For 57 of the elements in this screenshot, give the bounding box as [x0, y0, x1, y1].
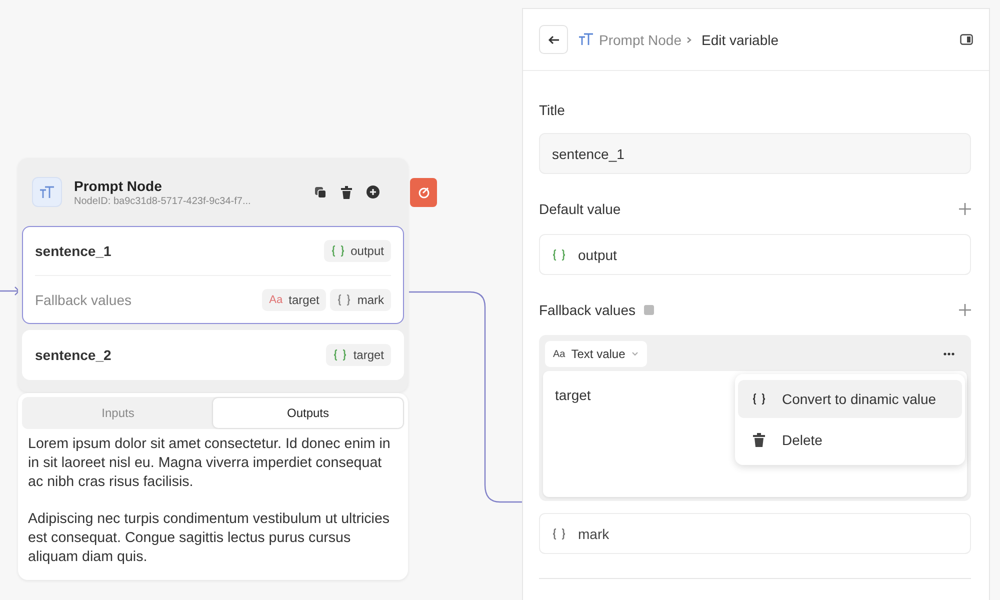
add-circle-icon[interactable] — [366, 185, 380, 199]
chip-label: target — [288, 292, 320, 306]
field-label: Title — [539, 102, 565, 118]
dropdown-label: Text value — [571, 347, 626, 361]
braces-icon — [752, 393, 766, 405]
breadcrumb-current: Edit variable — [701, 32, 779, 48]
chip-label: target — [353, 348, 384, 362]
chip-label: mark — [357, 292, 384, 306]
run-button[interactable] — [410, 178, 437, 207]
braces-icon — [552, 528, 566, 540]
chevron-right-icon — [685, 36, 694, 44]
value-chip[interactable]: mark — [330, 288, 391, 310]
duplicate-icon[interactable] — [314, 186, 327, 198]
value-chip[interactable]: Aa target — [262, 288, 326, 310]
more-icon[interactable] — [943, 352, 955, 356]
tab[interactable]: Outputs — [213, 398, 403, 428]
connector-line — [0, 286, 20, 296]
menu-item[interactable]: Delete — [738, 421, 962, 459]
menu-item[interactable]: Convert to dinamic value — [738, 380, 962, 418]
node-id: NodeID: ba9c31d8-5717-423f-9c34-f7... — [74, 196, 252, 206]
type-dropdown[interactable]: Aa Text value — [545, 341, 648, 367]
node-title: Prompt Node — [74, 178, 163, 194]
text-type-label: Aa — [269, 294, 283, 306]
add-icon[interactable] — [959, 304, 971, 316]
variable-name: sentence_2 — [35, 347, 112, 363]
text-size-icon — [39, 186, 55, 198]
braces-icon — [337, 294, 352, 306]
paragraph: Lorem ipsum dolor sit amet consectetur. Id donec enim in in sit laoreet nisl eu. Magna viverra imperdiet consequat ac nibh cras risus facilisis. — [28, 435, 392, 492]
variable-card[interactable]: sentence_2 target — [22, 330, 404, 380]
back-button[interactable] — [539, 25, 568, 54]
fallback-value-field[interactable]: mark — [539, 513, 971, 554]
paragraph: Adipiscing nec turpis condimentum vestibulum ut ultricies est consequat. Congue sagittis lectus purus cursus aliquam diam quis. — [28, 510, 391, 567]
field-value: mark — [578, 526, 610, 542]
field-value: output — [578, 246, 617, 262]
fallback-label: Fallback values — [35, 292, 132, 308]
braces-icon — [330, 245, 345, 257]
chip-label: output — [350, 244, 384, 258]
text-type-label: Aa — [553, 348, 566, 360]
value-chip[interactable]: output — [324, 240, 391, 262]
trash-icon — [752, 433, 766, 447]
field-label: Fallback values — [539, 302, 636, 318]
field-value: sentence_1 — [552, 146, 624, 162]
default-value-field[interactable]: output — [539, 234, 971, 275]
braces-icon — [333, 349, 348, 361]
value-chip[interactable]: target — [326, 344, 391, 366]
back-arrow-icon — [548, 34, 560, 44]
info-icon — [644, 305, 654, 315]
sidebar-toggle-icon[interactable] — [960, 34, 973, 45]
breadcrumb-link[interactable]: Prompt Node — [599, 32, 682, 48]
variable-name: sentence_1 — [35, 243, 112, 259]
braces-icon — [552, 248, 566, 260]
add-icon[interactable] — [959, 203, 971, 215]
title-field[interactable]: sentence_1 — [539, 133, 971, 174]
text-size-icon — [578, 32, 595, 46]
field-label: Default value — [539, 201, 622, 217]
trash-icon[interactable] — [341, 186, 352, 198]
chevron-down-icon — [631, 351, 640, 357]
